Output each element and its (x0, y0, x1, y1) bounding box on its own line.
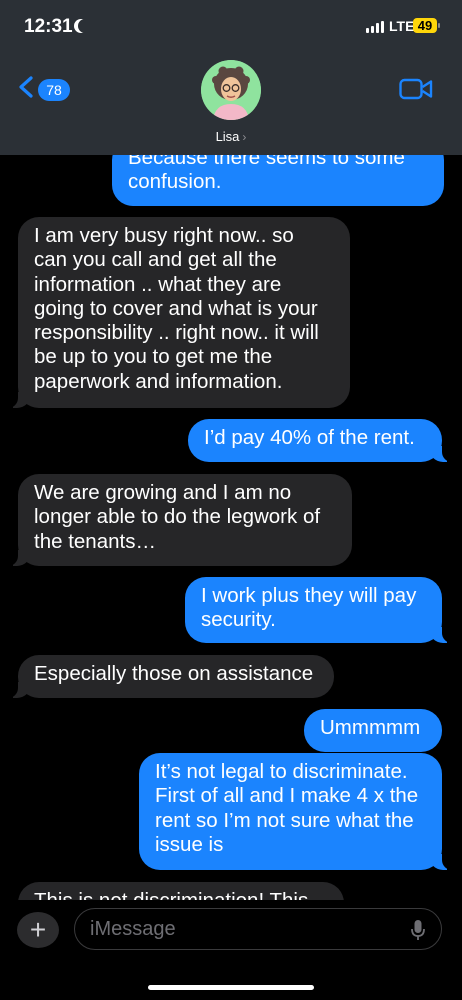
imessage-input[interactable]: iMessage (74, 908, 442, 950)
message-bubble-incoming[interactable]: We are growing and I am no longer able t… (6, 474, 352, 566)
contact-name[interactable]: Lisa › (0, 129, 462, 144)
video-camera-icon[interactable] (399, 77, 433, 101)
moon-icon (78, 19, 92, 33)
contact-avatar[interactable] (201, 60, 261, 120)
battery-icon: 49 (413, 18, 437, 33)
message-bubble-outgoing[interactable]: Ummmmm (304, 709, 442, 752)
home-indicator[interactable] (148, 985, 314, 990)
message-bubble-incoming[interactable]: Especially those on assistance (6, 655, 334, 698)
network-type: LTE (389, 18, 415, 34)
unread-count-badge[interactable]: 78 (38, 79, 70, 101)
back-chevron-icon[interactable] (18, 76, 34, 98)
chevron-right-icon: › (242, 130, 247, 144)
memoji-avatar-icon (201, 60, 261, 120)
message-bubble-outgoing[interactable]: I work plus they will pay security. (185, 577, 454, 643)
status-time: 12:31 (24, 16, 73, 37)
message-bubble-outgoing[interactable]: It’s not legal to discriminate. First of… (139, 753, 454, 870)
input-placeholder: iMessage (90, 918, 176, 940)
microphone-icon[interactable] (411, 919, 425, 941)
message-bubble-outgoing[interactable]: I’d pay 40% of the rent. (188, 419, 454, 462)
plus-icon[interactable]: + (17, 912, 59, 948)
message-composer: + iMessage (0, 900, 462, 1000)
conversation-header: 12:31 LTE 49 78 Lisa › (0, 0, 462, 155)
battery-cap (438, 23, 440, 28)
message-bubble-incoming[interactable]: I am very busy right now.. so can you ca… (6, 217, 350, 408)
